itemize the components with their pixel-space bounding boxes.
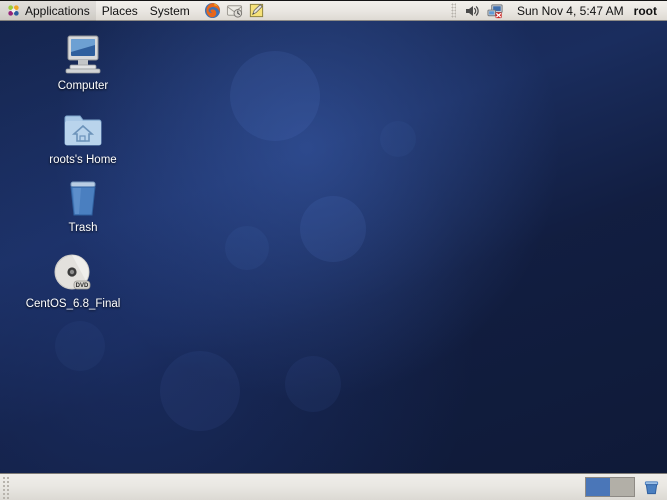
svg-text:DVD: DVD — [76, 283, 89, 289]
wallpaper-bokeh — [55, 321, 105, 371]
email-clock-icon — [226, 2, 243, 19]
desktop-icon-label: roots's Home — [49, 154, 117, 166]
menu-system-label: System — [149, 3, 190, 18]
menu-places[interactable]: Places — [96, 1, 144, 21]
firefox-launcher[interactable] — [202, 1, 224, 21]
clock-applet[interactable]: Sun Nov 4, 5:47 AM — [509, 4, 632, 18]
workspace-2[interactable] — [610, 478, 634, 496]
evolution-launcher[interactable] — [224, 1, 246, 21]
home-folder-icon — [28, 103, 138, 151]
wallpaper-bokeh — [300, 196, 366, 262]
panel-drag-handle[interactable] — [2, 475, 11, 499]
firefox-icon — [204, 2, 221, 19]
dvd-media-icon: DVD — [18, 247, 128, 295]
wallpaper-bokeh — [380, 121, 416, 157]
wallpaper-bokeh — [225, 226, 269, 270]
notepad-pencil-icon — [248, 2, 265, 19]
desktop-icon-label: Computer — [57, 80, 109, 92]
desktop-icon-home[interactable]: roots's Home — [28, 103, 138, 167]
desktop-icon-trash[interactable]: Trash — [28, 171, 138, 235]
desktop-icon-dvd-media[interactable]: DVD CentOS_6.8_Final — [18, 247, 128, 311]
computer-icon — [28, 29, 138, 77]
trash-icon — [28, 171, 138, 219]
centos-logo-icon — [6, 3, 21, 18]
wallpaper-bokeh — [160, 351, 240, 431]
user-menu[interactable]: root — [634, 4, 661, 18]
menu-system[interactable]: System — [144, 1, 196, 21]
speaker-icon — [464, 3, 480, 19]
bottom-panel — [0, 473, 667, 500]
desktop-icon-computer[interactable]: Computer — [28, 29, 138, 93]
network-applet[interactable] — [485, 1, 507, 21]
wallpaper-bokeh — [285, 356, 341, 412]
trash-applet-icon — [643, 479, 660, 496]
tray-separator — [450, 3, 456, 18]
workspace-1[interactable] — [586, 478, 610, 496]
trash-applet[interactable] — [640, 477, 662, 497]
desktop-icon-label: CentOS_6.8_Final — [25, 298, 121, 310]
notes-launcher[interactable] — [246, 1, 268, 21]
wallpaper-bokeh — [230, 51, 320, 141]
menu-places-label: Places — [101, 3, 138, 18]
system-tray: Sun Nov 4, 5:47 AM root — [448, 1, 667, 21]
network-disconnected-icon — [487, 3, 504, 19]
menu-applications-label: Applications — [25, 3, 90, 18]
volume-applet[interactable] — [461, 1, 483, 21]
menu-applications[interactable]: Applications — [0, 0, 96, 21]
bottom-panel-right — [585, 477, 667, 497]
workspace-switcher[interactable] — [585, 477, 635, 497]
top-panel: Applications Places System Sun Nov 4, 5:… — [0, 0, 667, 21]
desktop-background[interactable]: Computer roots's Home Trash DVD CentOS_6… — [0, 21, 667, 473]
desktop-icon-label: Trash — [68, 222, 98, 234]
